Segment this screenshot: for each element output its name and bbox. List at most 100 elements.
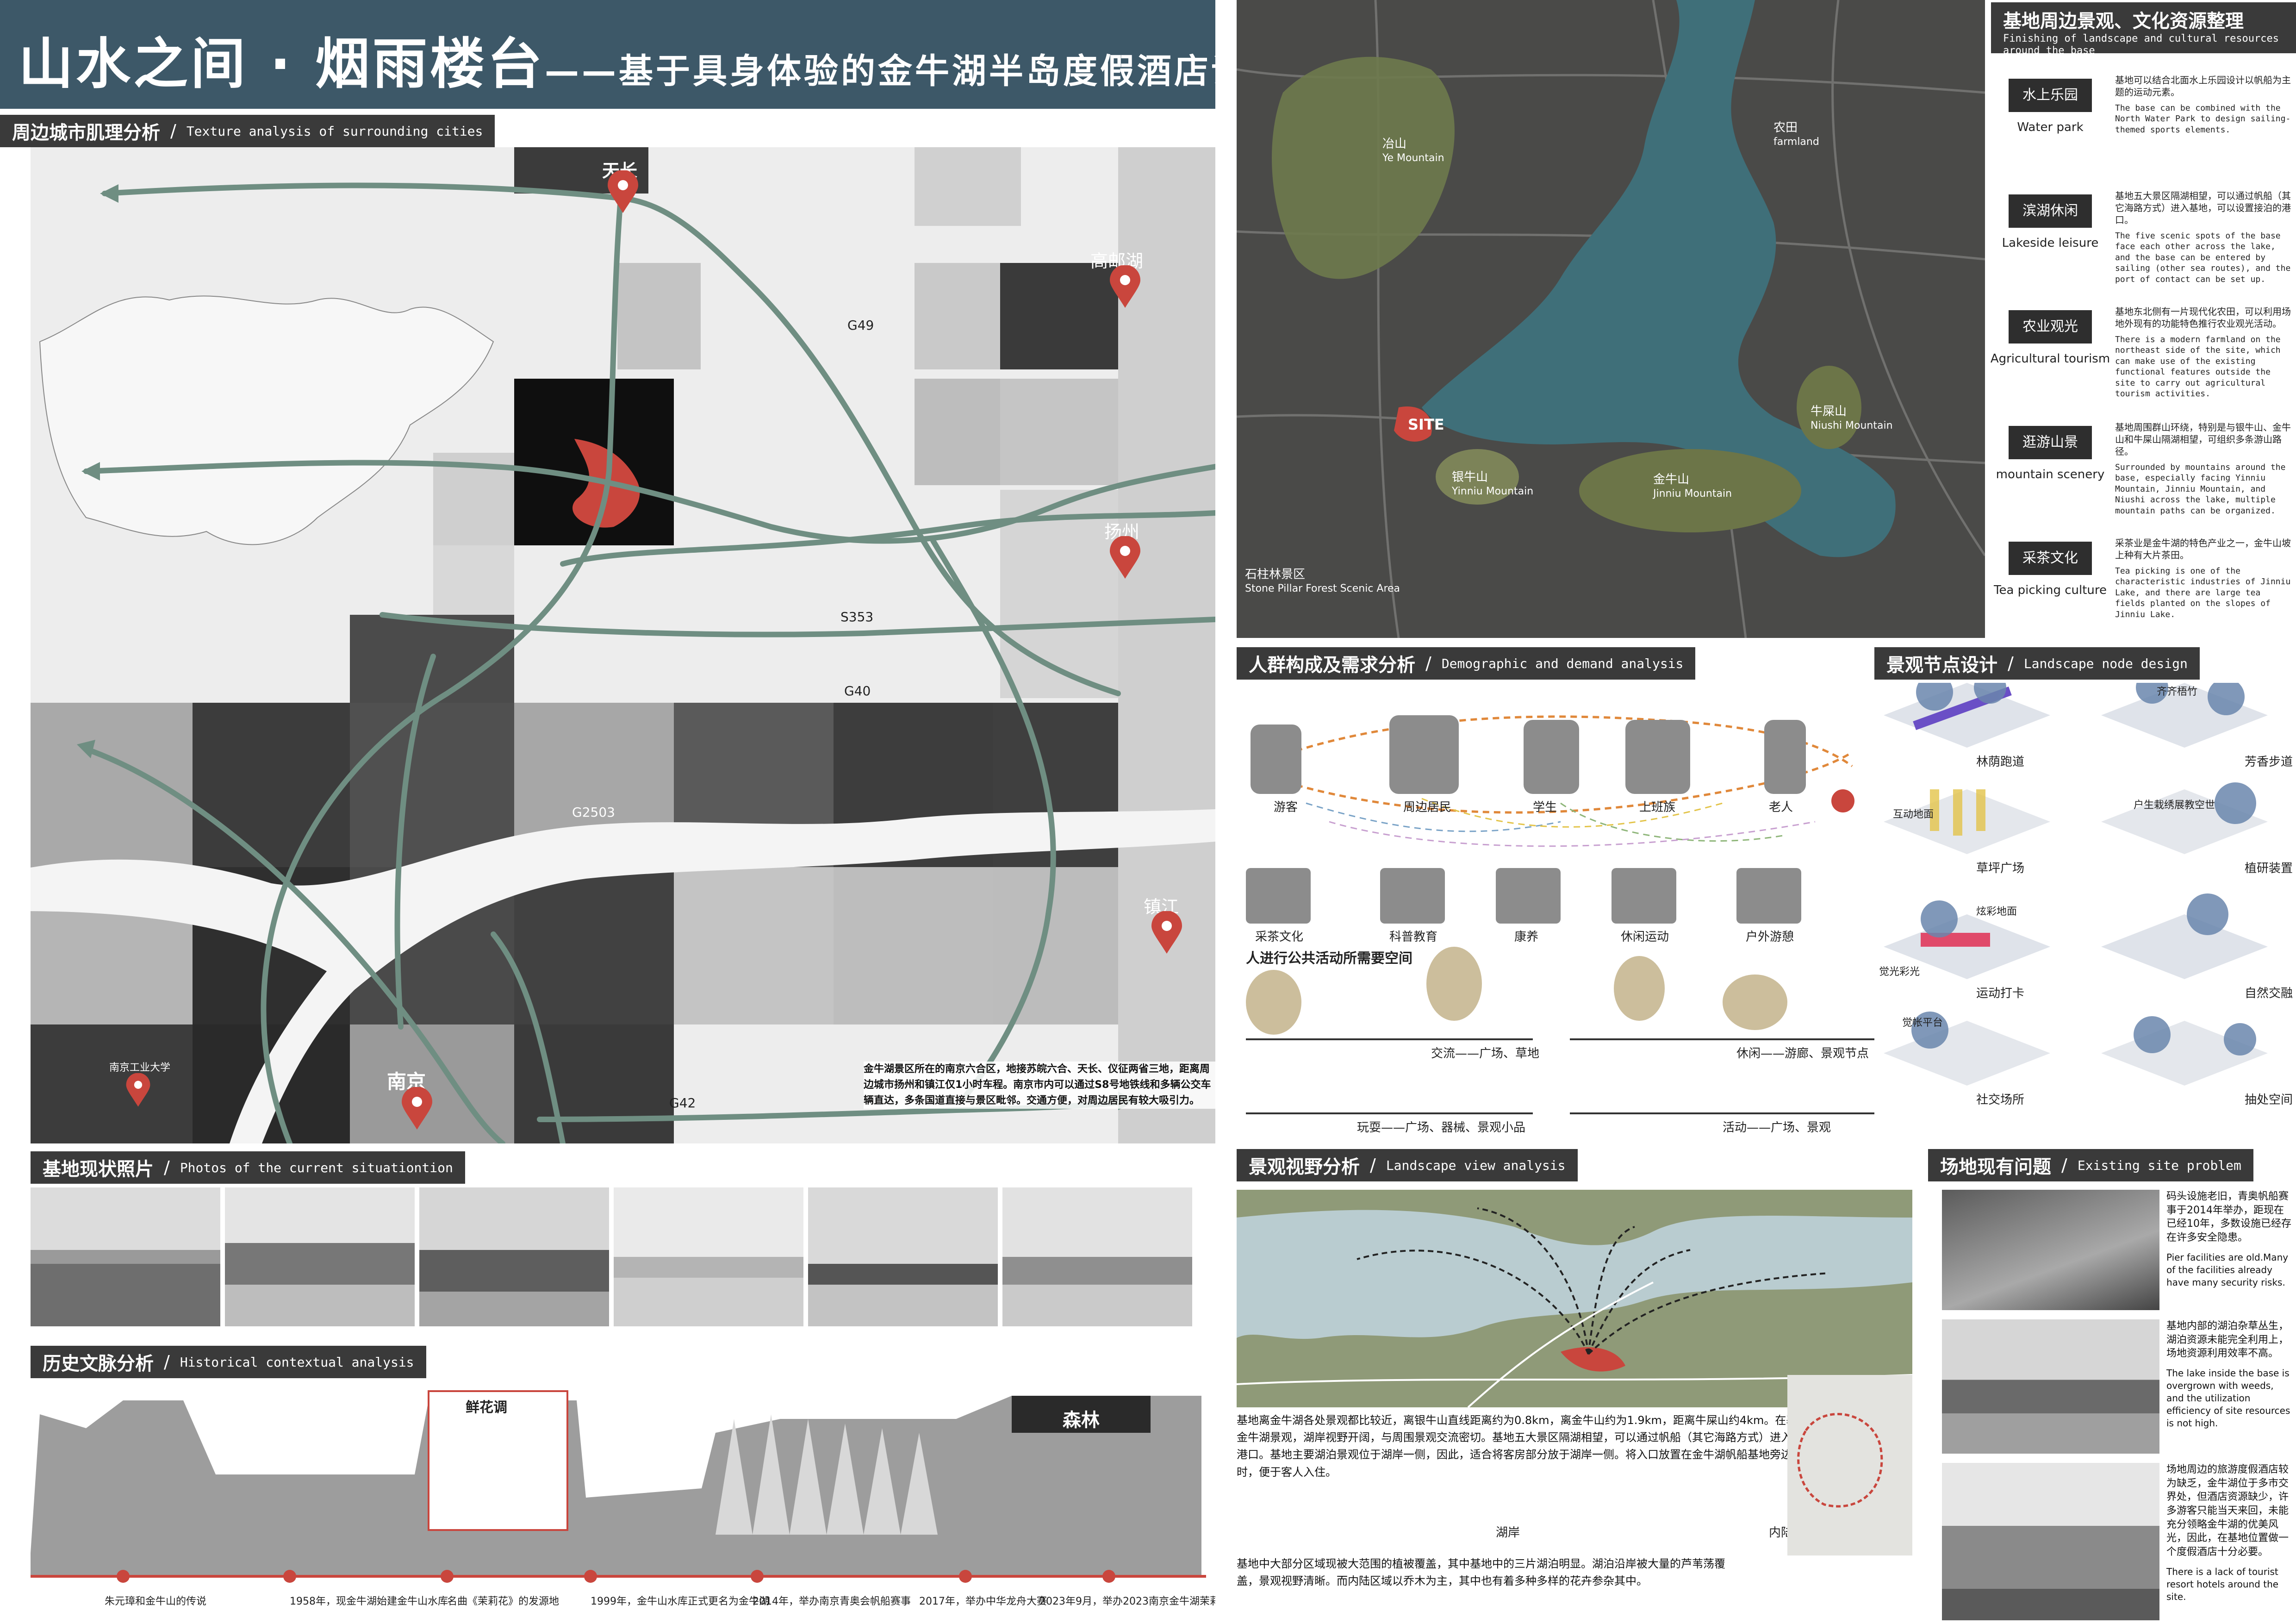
road-label-g49: G49	[847, 318, 874, 333]
space-label: 交流——广场、草地	[1431, 1047, 1540, 1061]
title-sub: ——基于具身体验的金牛湖半岛度假酒店设计	[545, 51, 1285, 91]
site-photo[interactable]	[225, 1187, 415, 1326]
node-label: 植研装置	[2245, 862, 2293, 875]
resource-title: 逛游山景	[2009, 426, 2092, 459]
map-pin-icon	[126, 1073, 150, 1107]
node-callout: 互动地面	[1893, 809, 1934, 820]
section-title: 历史文脉分析	[43, 1353, 154, 1374]
site-photo[interactable]	[1002, 1187, 1192, 1326]
group-label: 老人	[1769, 800, 1793, 814]
need-label: 户外游憩	[1746, 930, 1794, 944]
resource-title-en: Agricultural tourism	[1990, 352, 2110, 366]
section-title: 景观节点设计	[1886, 655, 1997, 676]
node-label: 抽处空间	[2245, 1093, 2293, 1107]
map-pin-icon	[402, 1087, 432, 1130]
map-pin-icon	[1151, 911, 1182, 954]
group-label: 周边居民	[1403, 800, 1452, 814]
section-subtitle: Texture analysis of surrounding cities	[186, 123, 483, 139]
node-label: 林荫跑道	[1976, 755, 2025, 769]
node-label: 草坪广场	[1976, 862, 2025, 875]
resource-desc: 基地五大景区隔湖相望，可以通过帆船（其它海路方式）进入基地，可以设置接泊的港口。…	[2115, 190, 2291, 284]
space-heading: 人进行公共活动所需要空间	[1246, 950, 1412, 967]
timeline-label: 2014年，举办南京青奥会帆船赛事	[753, 1596, 911, 1607]
resource-item[interactable]: 采茶文化 Tea picking culture 采茶业是金牛湖的特色产业之一，金牛…	[1990, 532, 2296, 643]
resource-title-en: mountain scenery	[1996, 468, 2105, 481]
resource-title: 滨湖休闲	[2009, 194, 2092, 228]
resource-desc: 基地周围群山环绕，特别是与银牛山、金牛山和牛屎山隔湖相望，可组织多条游山路径。 S…	[2115, 422, 2291, 516]
section-history: 历史文脉分析 / Historical contextual analysis	[31, 1346, 426, 1378]
map-pin-icon	[608, 170, 638, 213]
label-ye-mountain: 冶山 Ye Mountain	[1382, 137, 1444, 164]
label-niushi-mountain: 牛屎山 Niushi Mountain	[1811, 405, 1893, 431]
section-title: 场地现有问题	[1940, 1156, 2051, 1178]
node-label: 芳香步道	[2245, 755, 2293, 769]
site-photo[interactable]	[808, 1187, 998, 1326]
map-pin-icon	[1110, 536, 1140, 579]
timeline-label: 朱元璋和金牛山的传说	[105, 1596, 207, 1607]
section-landscape-node: 景观节点设计 / Landscape node design	[1874, 647, 2200, 680]
aerial-site-map: 冶山 Ye Mountain 农田 farmland 牛屎山 Niushi Mount…	[1237, 0, 1985, 638]
group-label: 学生	[1533, 800, 1557, 814]
resource-item[interactable]: 水上乐园 Water park 基地可以结合北面水上乐园设计以帆船为主题的运动元素。…	[1990, 69, 2296, 181]
site-photo[interactable]	[419, 1187, 609, 1326]
resource-desc: 基地东北侧有一片现代化农田，可以利用场地外现有的功能特色推行农业观光活动。 The…	[2115, 306, 2291, 399]
problem-text: 场地周边的旅游度假酒店较为缺乏，金牛湖位于多市交界处，但酒店资源缺少，许多游客只…	[2166, 1464, 2289, 1602]
label-stone-forest: 石柱林景区 Stone Pillar Forest Scenic Area	[1245, 568, 1400, 594]
space-label: 休闲——游廊、景观节点	[1736, 1047, 1869, 1061]
section-photos: 基地现状照片 / Photos of the current situationti…	[31, 1151, 465, 1184]
space-label: 活动——广场、景观	[1723, 1121, 1831, 1135]
section-subtitle: Historical contextual analysis	[180, 1354, 414, 1370]
need-label: 科普教育	[1389, 930, 1438, 944]
site-photos	[31, 1187, 1215, 1326]
section-subtitle: Finishing of landscape and cultural reso…	[2003, 33, 2279, 57]
title-main: 山水之间 · 烟雨楼台	[19, 32, 545, 96]
resource-title-en: Tea picking culture	[1994, 583, 2107, 597]
site-photo[interactable]	[31, 1187, 220, 1326]
view-analysis-panel: 基地离金牛湖各处景观都比较近，离银牛山直线距离约为0.8km，离金牛山约为1.9…	[1237, 1190, 1912, 1624]
group-label: 游客	[1274, 800, 1298, 814]
lake-region	[39, 295, 494, 545]
problem-text: 基地内部的湖泊杂草丛生，湖泊资源未能完全利用上，场地资源利用效率不高。 The l…	[2166, 1320, 2290, 1429]
need-label: 休闲运动	[1621, 930, 1669, 944]
node-label: 社交场所	[1976, 1093, 2025, 1107]
section-subtitle: Landscape view analysis	[1386, 1157, 1566, 1173]
vegetation-text: 基地中大部分区域现被大范围的植被覆盖，其中基地中的三片湖泊明显。湖泊沿岸被大量的…	[1237, 1557, 1725, 1588]
history-graphic	[31, 1390, 1206, 1583]
stage-text: 森林	[1063, 1410, 1100, 1431]
site-photo[interactable]	[614, 1187, 803, 1326]
city-texture-map: 天长 高邮湖 扬州 镇江 南京 南京工业大学 G49 S353 G40 G250…	[31, 147, 1215, 1143]
problem-photo[interactable]	[1942, 1463, 2159, 1620]
resource-desc: 基地可以结合北面水上乐园设计以帆船为主题的运动元素。 The base can b…	[2115, 75, 2291, 135]
timeline-label: 1958年，现金牛湖始建金牛山水库	[290, 1596, 448, 1607]
resource-desc: 采茶业是金牛湖的特色产业之一，金牛山坡上种有大片茶田。 Tea picking i…	[2115, 537, 2291, 619]
resource-item[interactable]: 逛游山景 mountain scenery 基地周围群山环绕，特别是与银牛山、金牛山…	[1990, 417, 2296, 528]
resource-item[interactable]: 滨湖休闲 Lakeside leisure 基地五大景区隔湖相望，可以通过帆船（其它…	[1990, 185, 2296, 296]
road-label-s353: S353	[840, 609, 874, 625]
resource-title: 水上乐园	[2009, 79, 2092, 112]
resource-title-en: Lakeside leisure	[2002, 236, 2099, 250]
demographic-panel: 游客 周边居民 学生 上班族 老人 采茶文化 科普教育 康养 休闲运动 户外游憩…	[1237, 683, 1880, 1146]
section-title: 人群构成及需求分析	[1249, 655, 1415, 676]
node-label: 自然交融	[2245, 987, 2293, 1000]
city-map-graphic	[31, 147, 1215, 1143]
section-subtitle: Photos of the current situationtion	[180, 1160, 453, 1175]
section-view-analysis: 景观视野分析 / Landscape view analysis	[1237, 1149, 1578, 1181]
node-callout: 齐齐梧竹	[2157, 686, 2198, 698]
landscape-node-graphic	[1884, 683, 2268, 1086]
section-title: 基地周边景观、文化资源整理	[2003, 11, 2244, 32]
space-label: 玩耍——广场、器械、景观小品	[1357, 1121, 1526, 1135]
resource-item[interactable]: 农业观光 Agricultural tourism 基地东北侧有一片现代化农田，可以…	[1990, 301, 2296, 412]
problem-photo[interactable]	[1942, 1190, 2159, 1310]
timeline-label: 名曲《茉莉花》的发源地	[447, 1596, 560, 1607]
need-label: 采茶文化	[1255, 930, 1304, 944]
section-title: 基地现状照片	[43, 1159, 154, 1180]
section-texture-analysis: 周边城市肌理分析 / Texture analysis of surrounding…	[0, 115, 495, 147]
road-label-g40: G40	[844, 683, 871, 699]
timeline-label: 2023年9月，举办2023南京金牛湖茉莉花音乐节	[1039, 1596, 1215, 1607]
poster-title: 鲜花调	[466, 1399, 507, 1416]
resource-title: 采茶文化	[2009, 542, 2092, 575]
problem-photo[interactable]	[1942, 1319, 2159, 1454]
people-silhouettes	[1246, 715, 1806, 924]
section-title: 景观视野分析	[1249, 1156, 1360, 1178]
site-label: SITE	[1408, 416, 1444, 433]
